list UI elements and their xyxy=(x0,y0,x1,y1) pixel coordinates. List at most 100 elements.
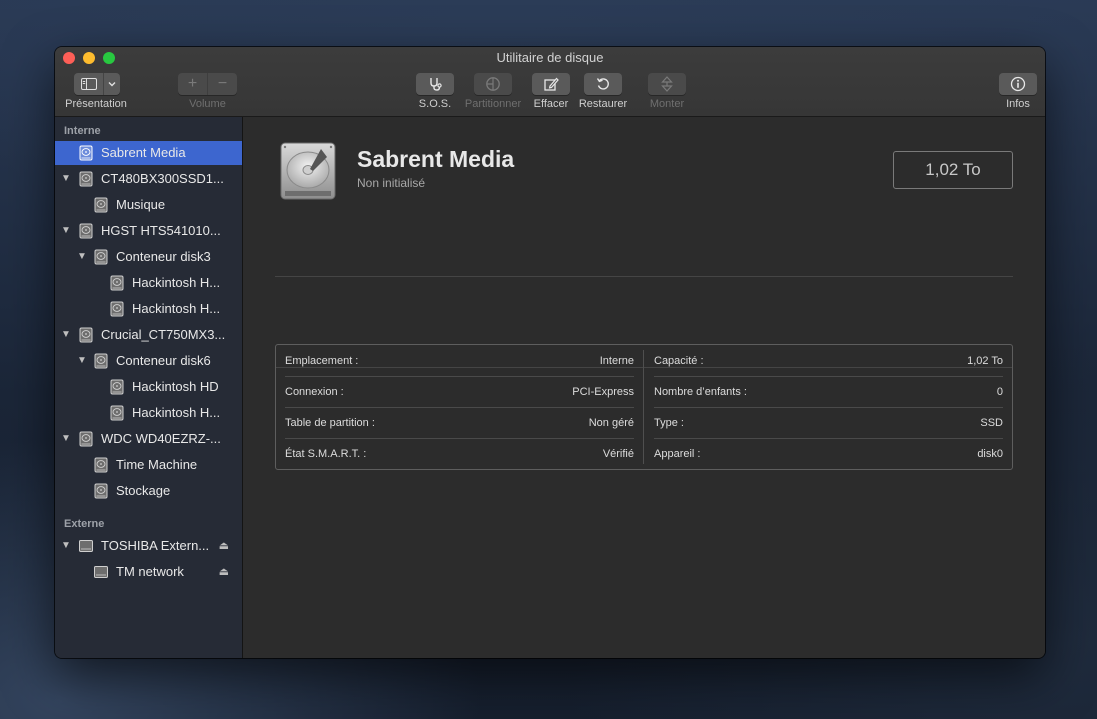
volume-icon xyxy=(109,301,125,317)
sidebar-item-label: TOSHIBA Extern... xyxy=(101,538,210,553)
sidebar-item[interactable]: ▼ Conteneur disk6 xyxy=(55,349,242,373)
first-aid-button[interactable] xyxy=(416,73,454,95)
erase-label: Effacer xyxy=(533,98,569,110)
info-button[interactable] xyxy=(999,73,1037,95)
partition-label: Partitionner xyxy=(464,98,522,110)
sidebar-item[interactable]: ▼ HGST HTS541010... xyxy=(55,219,242,243)
sidebar-item[interactable]: Hackintosh H... xyxy=(55,297,242,321)
disk-subtitle: Non initialisé xyxy=(357,176,426,190)
info-column-left: Emplacement : Interne Connexion : PCI-Expre… xyxy=(276,345,643,469)
sidebar-item-label: Conteneur disk3 xyxy=(116,249,211,264)
sidebar-item[interactable]: Time Machine xyxy=(55,453,242,477)
volume-icon xyxy=(109,405,125,421)
sidebar-item[interactable]: ▼ Crucial_CT750MX3... xyxy=(55,323,242,347)
info-value: 1,02 To xyxy=(967,355,1003,367)
toolbar: Utilitaire de disque Présentation + − Vo… xyxy=(55,47,1045,117)
info-column-divider xyxy=(643,350,644,464)
info-row: Type : SSD xyxy=(645,407,1012,438)
info-key: Capacité : xyxy=(654,355,704,367)
stethoscope-icon xyxy=(430,78,442,91)
info-value: SSD xyxy=(980,417,1003,429)
sidebar-item-label: Hackintosh HD xyxy=(132,379,219,394)
info-row: Connexion : PCI-Express xyxy=(276,376,643,407)
info-value: PCI-Express xyxy=(572,386,634,398)
sidebar-item[interactable]: ▼ WDC WD40EZRZ-... xyxy=(55,427,242,451)
mount-icon xyxy=(661,76,673,92)
sidebar: Interne Externe Sabrent Media ▼ CT480BX300… xyxy=(55,117,243,658)
add-volume-button[interactable]: + xyxy=(178,75,207,93)
volume-icon xyxy=(93,457,109,473)
presentation-label: Présentation xyxy=(65,98,127,110)
mount-button[interactable] xyxy=(648,73,686,95)
disclosure-triangle-icon[interactable]: ▼ xyxy=(61,540,71,551)
external-disk-icon xyxy=(78,538,94,554)
disclosure-triangle-icon[interactable]: ▼ xyxy=(61,433,71,444)
restore-button[interactable] xyxy=(584,73,622,95)
capacity-box: 1,02 To xyxy=(893,151,1013,189)
sidebar-item[interactable]: Musique xyxy=(55,193,242,217)
info-column-right: Capacité : 1,02 To Nombre d’enfants : 0 Type… xyxy=(645,345,1012,469)
sidebar-item-label: Sabrent Media xyxy=(101,145,186,160)
eject-icon[interactable]: ⏏ xyxy=(219,565,229,578)
sidebar-item[interactable]: Sabrent Media xyxy=(55,141,242,165)
partition-button[interactable] xyxy=(474,73,512,95)
info-key: Emplacement : xyxy=(285,355,359,367)
info-value: Vérifié xyxy=(602,448,634,460)
sidebar-item-label: Hackintosh H... xyxy=(132,301,221,316)
disclosure-triangle-icon[interactable]: ▼ xyxy=(61,173,71,184)
erase-button[interactable] xyxy=(532,73,570,95)
info-value: disk0 xyxy=(977,448,1003,460)
sidebar-item[interactable]: Hackintosh H... xyxy=(55,401,242,425)
volume-icon xyxy=(109,275,125,291)
chevron-down-icon xyxy=(108,82,116,87)
sidebar-item[interactable]: ▼ Conteneur disk3 xyxy=(55,245,242,269)
first-aid-label: S.O.S. xyxy=(418,98,452,110)
sidebar-item[interactable]: ▼ TOSHIBA Extern... ⏏ xyxy=(55,534,242,558)
disclosure-triangle-icon[interactable]: ▼ xyxy=(77,355,87,366)
sidebar-item[interactable]: TM network ⏏ xyxy=(55,560,242,584)
disclosure-triangle-icon[interactable]: ▼ xyxy=(61,225,71,236)
partition-pie-icon xyxy=(486,77,500,91)
sidebar-item[interactable]: Hackintosh H... xyxy=(55,271,242,295)
eject-icon[interactable]: ⏏ xyxy=(219,539,229,552)
erase-icon xyxy=(544,77,559,91)
info-key: Appareil : xyxy=(654,448,701,460)
disk-detail-pane: Sabrent Media Non initialisé 1,02 To Emp… xyxy=(243,117,1045,658)
info-value: Non géré xyxy=(588,417,634,429)
info-row: État S.M.A.R.T. : Vérifié xyxy=(276,438,643,469)
disk-title: Sabrent Media xyxy=(357,146,515,172)
container-icon xyxy=(93,249,109,265)
internal-disk-icon xyxy=(78,145,94,161)
info-key: État S.M.A.R.T. : xyxy=(285,448,367,460)
container-icon xyxy=(93,353,109,369)
sidebar-item[interactable]: Hackintosh HD xyxy=(55,375,242,399)
sidebar-item-label: Hackintosh H... xyxy=(132,275,221,290)
disclosure-triangle-icon[interactable]: ▼ xyxy=(61,329,71,340)
divider-top xyxy=(275,276,1013,277)
volume-segmented-control[interactable]: + − xyxy=(178,73,237,95)
sidebar-item-label: Crucial_CT750MX3... xyxy=(101,327,226,342)
sidebar-item[interactable]: Stockage xyxy=(55,479,242,503)
sidebar-section-external: Externe xyxy=(64,518,105,530)
sidebar-item-label: Stockage xyxy=(116,483,171,498)
internal-disk-icon xyxy=(78,223,94,239)
info-key: Nombre d’enfants : xyxy=(654,386,747,398)
sidebar-item-label: CT480BX300SSD1... xyxy=(101,171,224,186)
hard-drive-icon xyxy=(280,142,336,200)
sidebar-section-internal: Interne xyxy=(64,125,101,137)
remove-volume-button[interactable]: − xyxy=(208,75,237,93)
presentation-button[interactable] xyxy=(74,73,120,95)
internal-disk-icon xyxy=(78,431,94,447)
info-row: Nombre d’enfants : 0 xyxy=(645,376,1012,407)
restore-icon xyxy=(596,78,609,90)
restore-label: Restaurer xyxy=(578,98,628,110)
external-volume-icon xyxy=(93,564,109,580)
volume-icon xyxy=(109,379,125,395)
sidebar-item-label: Musique xyxy=(116,197,166,212)
info-key: Type : xyxy=(654,417,684,429)
sidebar-item[interactable]: ▼ CT480BX300SSD1... xyxy=(55,167,242,191)
info-row: Emplacement : Interne xyxy=(276,345,643,376)
disclosure-triangle-icon[interactable]: ▼ xyxy=(77,251,87,262)
sidebar-item-label: TM network xyxy=(116,564,184,579)
internal-disk-icon xyxy=(78,171,94,187)
